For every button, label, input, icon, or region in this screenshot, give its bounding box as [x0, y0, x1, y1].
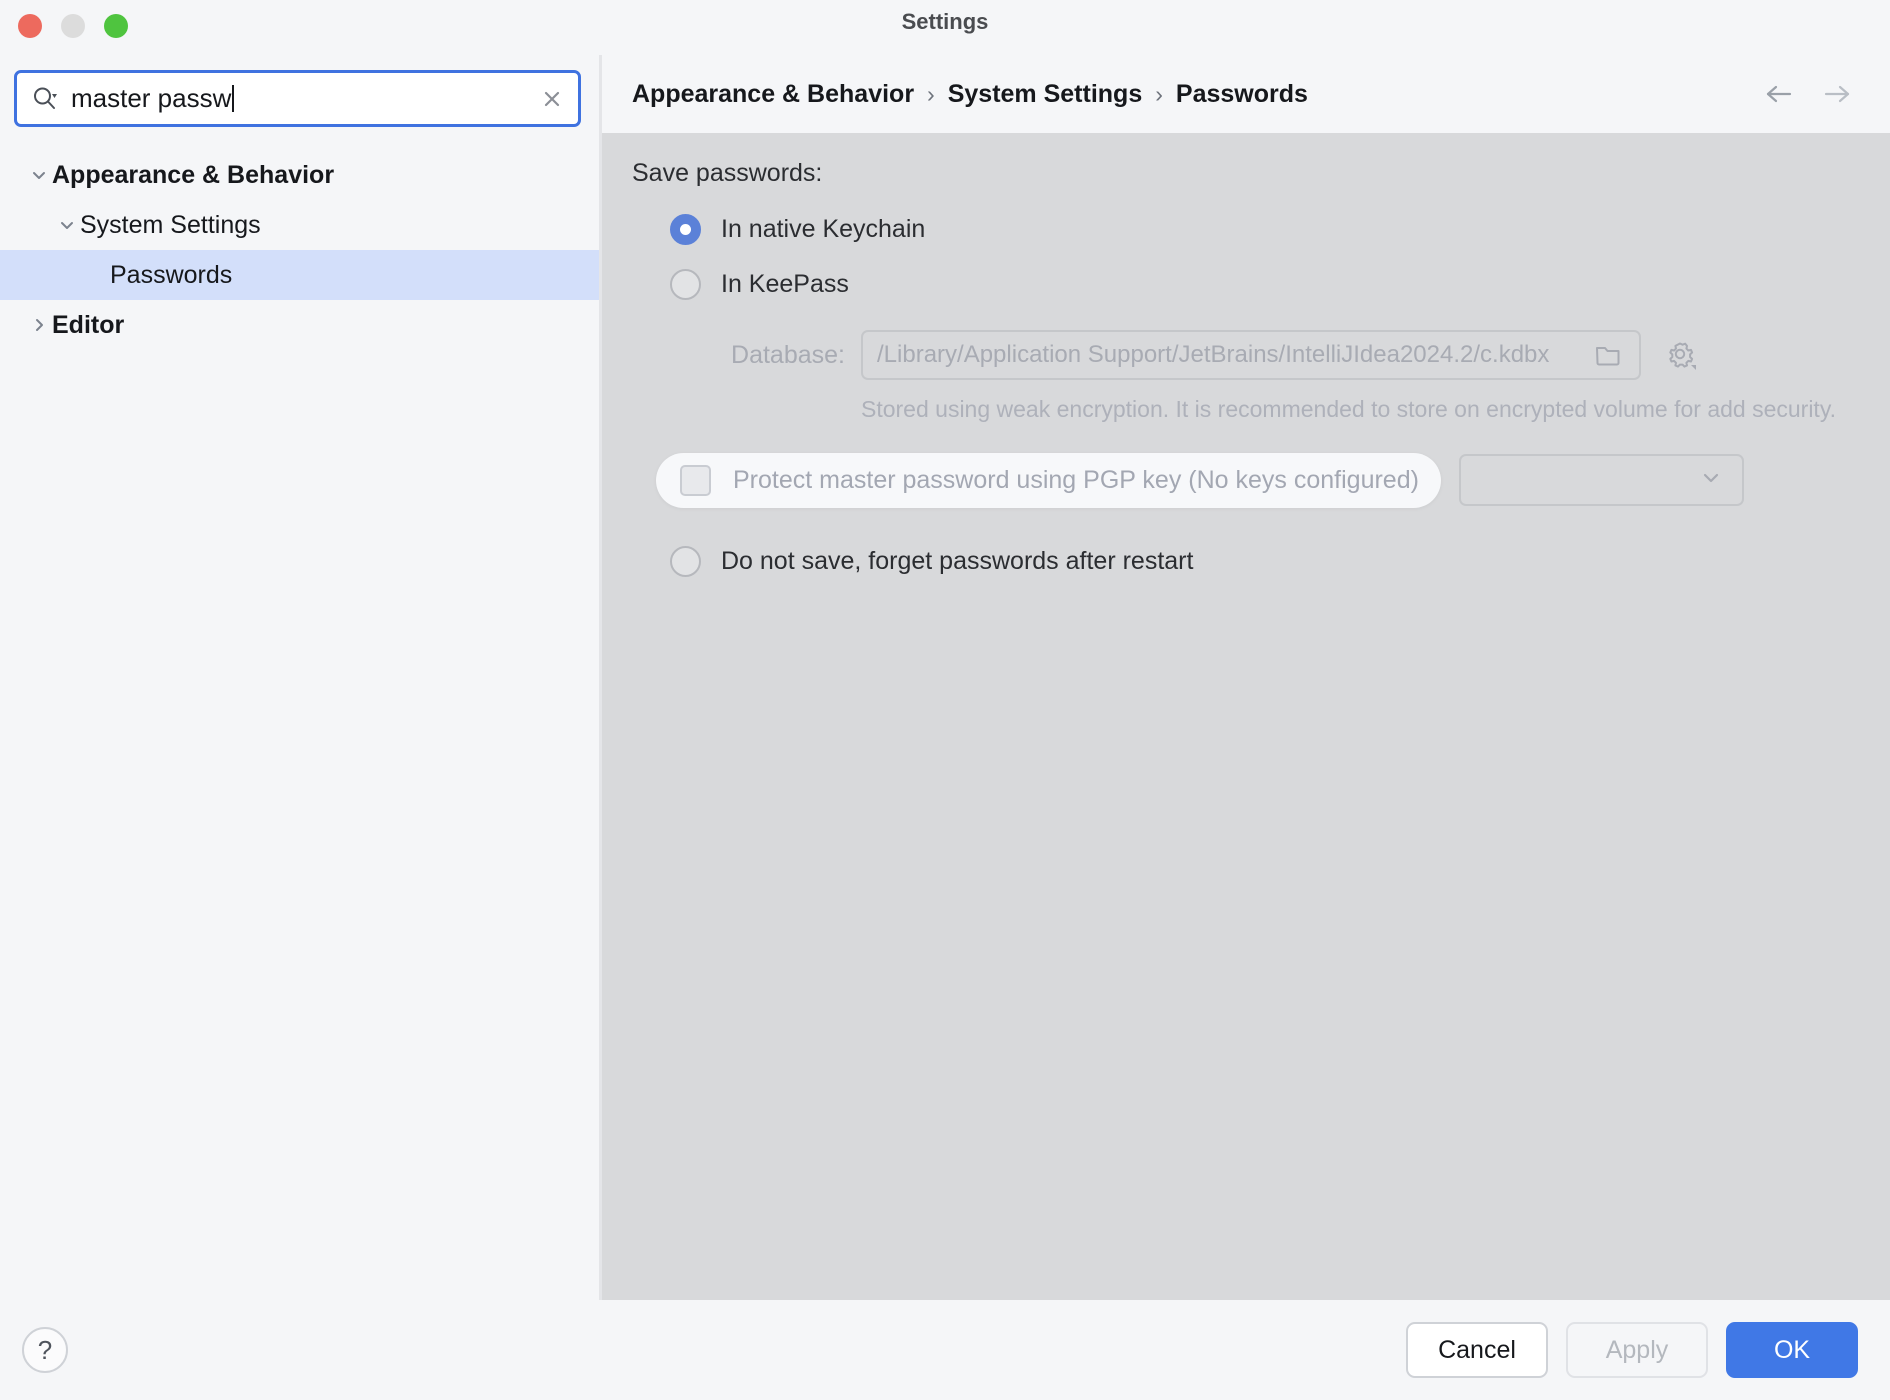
database-path-value: /Library/Application Support/JetBrains/I… — [877, 341, 1591, 369]
search-container: master passw — [0, 55, 599, 139]
dialog-footer: ? Cancel Apply OK — [0, 1300, 1890, 1400]
breadcrumb: Appearance & Behavior › System Settings … — [632, 80, 1762, 109]
sidebar-item-passwords[interactable]: Passwords — [0, 250, 599, 300]
database-label: Database: — [670, 341, 845, 370]
window-title: Settings — [0, 9, 1890, 35]
settings-dialog: Settings master passw — [0, 0, 1890, 1400]
ok-button[interactable]: OK — [1726, 1322, 1858, 1378]
folder-icon[interactable] — [1591, 342, 1625, 368]
sidebar-item-label: Editor — [52, 311, 124, 340]
clear-search-icon[interactable] — [526, 86, 578, 112]
sidebar-item-label: System Settings — [80, 211, 261, 240]
chevron-down-icon[interactable] — [54, 212, 80, 238]
breadcrumb-item-1[interactable]: System Settings — [948, 80, 1143, 109]
radio-label: In native Keychain — [721, 215, 925, 244]
database-path-input[interactable]: /Library/Application Support/JetBrains/I… — [861, 330, 1641, 380]
pgp-checkbox[interactable] — [680, 465, 711, 496]
question-mark-icon: ? — [38, 1335, 52, 1366]
radio-label: Do not save, forget passwords after rest… — [721, 547, 1193, 576]
search-match-highlight: Protect master password using PGP key (N… — [656, 453, 1441, 508]
navigation-buttons — [1762, 77, 1854, 111]
chevron-right-icon[interactable] — [26, 312, 52, 338]
search-icon — [23, 84, 67, 114]
breadcrumb-bar: Appearance & Behavior › System Settings … — [602, 55, 1890, 133]
arrow-left-icon[interactable] — [1762, 77, 1796, 111]
encryption-warning: Stored using weak encryption. It is reco… — [602, 397, 1890, 423]
radio-in-keepass[interactable]: In KeePass — [602, 260, 1890, 308]
radio-label: In KeePass — [721, 270, 849, 299]
radio-in-native-keychain[interactable]: In native Keychain — [602, 205, 1890, 253]
sidebar-item-appearance-behavior[interactable]: Appearance & Behavior — [0, 150, 599, 200]
radio-button[interactable] — [670, 546, 701, 577]
settings-content: Appearance & Behavior › System Settings … — [602, 55, 1890, 1300]
pgp-key-dropdown[interactable] — [1459, 454, 1744, 506]
settings-tree: Appearance & Behavior System Settings Pa… — [0, 139, 599, 1300]
passwords-panel: Save passwords: In native Keychain In Ke… — [602, 133, 1890, 1300]
save-passwords-label: Save passwords: — [602, 159, 1890, 188]
breadcrumb-item-0[interactable]: Appearance & Behavior — [632, 80, 914, 109]
arrow-right-icon[interactable] — [1820, 77, 1854, 111]
title-bar: Settings — [0, 0, 1890, 55]
cancel-button[interactable]: Cancel — [1406, 1322, 1548, 1378]
settings-sidebar: master passw Appearance & Behavior — [0, 55, 602, 1300]
sidebar-item-label: Passwords — [110, 261, 232, 290]
search-input[interactable]: master passw — [14, 70, 581, 127]
radio-button[interactable] — [670, 214, 701, 245]
sidebar-item-system-settings[interactable]: System Settings — [0, 200, 599, 250]
breadcrumb-item-2: Passwords — [1176, 80, 1308, 109]
pgp-checkbox-label: Protect master password using PGP key (N… — [733, 466, 1419, 495]
text-caret — [232, 85, 234, 112]
search-value: master passw — [67, 83, 526, 114]
chevron-down-icon[interactable] — [26, 162, 52, 188]
apply-button[interactable]: Apply — [1566, 1322, 1708, 1378]
gear-icon[interactable] — [1651, 338, 1711, 372]
sidebar-item-editor[interactable]: Editor — [0, 300, 599, 350]
breadcrumb-separator: › — [927, 81, 935, 108]
dialog-body: master passw Appearance & Behavior — [0, 55, 1890, 1300]
sidebar-item-label: Appearance & Behavior — [52, 161, 334, 190]
radio-button[interactable] — [670, 269, 701, 300]
chevron-down-icon — [1698, 465, 1724, 496]
footer-buttons: Cancel Apply OK — [1406, 1322, 1858, 1378]
database-row: Database: /Library/Application Support/J… — [602, 330, 1890, 380]
pgp-row: Protect master password using PGP key (N… — [602, 453, 1890, 508]
breadcrumb-separator: › — [1155, 81, 1163, 108]
radio-do-not-save[interactable]: Do not save, forget passwords after rest… — [602, 538, 1890, 586]
help-button[interactable]: ? — [22, 1327, 68, 1373]
